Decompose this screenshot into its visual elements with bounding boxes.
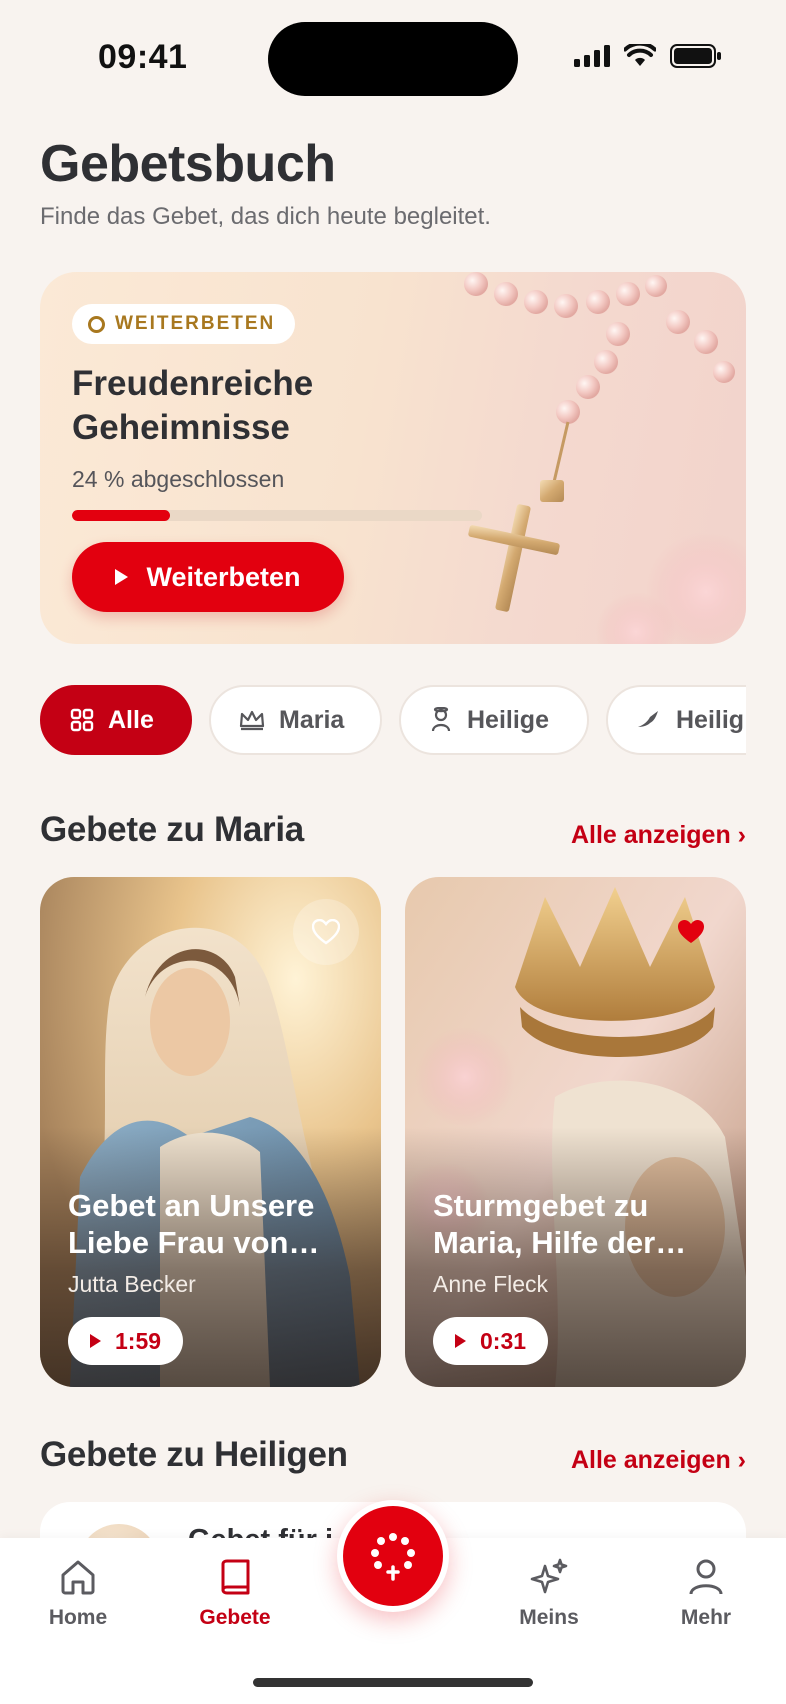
status-icons — [574, 44, 722, 68]
show-all-heilige-link[interactable]: Alle anzeigen › — [571, 1446, 746, 1475]
rosary-image — [464, 272, 746, 644]
section-title-maria: Gebete zu Maria — [40, 810, 304, 849]
dove-icon — [638, 711, 658, 727]
play-duration-button[interactable]: 1:59 — [68, 1317, 184, 1365]
play-icon — [455, 1334, 466, 1348]
sparkle-icon — [530, 1558, 568, 1594]
show-all-maria-link[interactable]: Alle anzeigen › — [571, 821, 746, 850]
progress-bar — [72, 510, 482, 521]
chip-maria[interactable]: Maria — [209, 685, 382, 755]
hero-title: Freudenreiche Geheimnisse — [72, 364, 314, 447]
nav-label: Mehr — [680, 1606, 732, 1629]
status-bar: 09:41 — [0, 0, 786, 110]
crown-icon — [239, 710, 265, 731]
progress-text: 24 % abgeschlossen — [72, 466, 285, 492]
page-subtitle: Finde das Gebet, das dich heute begleite… — [40, 203, 491, 230]
play-icon — [90, 1334, 101, 1348]
chip-alle[interactable]: Alle — [40, 685, 192, 755]
heart-outline-icon — [312, 919, 340, 945]
badge-label: WEITERBETEN — [115, 313, 276, 334]
favorite-button[interactable] — [658, 899, 724, 965]
nav-mehr[interactable]: Mehr — [636, 1558, 776, 1630]
favorite-button[interactable] — [293, 899, 359, 965]
duration-label: 1:59 — [115, 1327, 162, 1354]
nav-label: Meins — [519, 1606, 579, 1629]
progress-fill — [72, 510, 171, 521]
nav-gebete[interactable]: Gebete — [165, 1558, 305, 1630]
home-indicator — [253, 1678, 533, 1687]
prayer-card[interactable]: Gebet an Unsere Liebe Frau von… Jutta Be… — [40, 877, 381, 1387]
chip-heilig-more[interactable]: Heilig — [606, 685, 746, 755]
rosary-button[interactable] — [337, 1500, 449, 1612]
dynamic-island — [268, 22, 518, 96]
duration-label: 0:31 — [480, 1327, 527, 1354]
grid-icon — [70, 708, 94, 732]
card-title: Gebet an Unsere Liebe Frau von… — [68, 1188, 320, 1260]
heart-filled-icon — [678, 920, 704, 943]
chip-label: Alle — [108, 705, 154, 734]
page-title: Gebetsbuch — [40, 135, 336, 193]
filter-chips: Alle Maria Heilige Heilig — [40, 685, 746, 755]
chip-label: Heilige — [467, 705, 549, 734]
person-icon — [689, 1559, 723, 1595]
nav-meins[interactable]: Meins — [479, 1558, 619, 1630]
rosary-button-inner — [343, 1506, 443, 1606]
continue-prayer-card[interactable]: WEITERBETEN Freudenreiche Geheimnisse 24… — [40, 272, 746, 644]
continue-button-label: Weiterbeten — [146, 561, 301, 592]
rosary-icon — [371, 1533, 415, 1581]
book-icon — [221, 1559, 250, 1595]
section-title-heilige: Gebete zu Heiligen — [40, 1435, 348, 1474]
nav-label: Home — [48, 1606, 108, 1629]
status-time: 09:41 — [98, 38, 188, 76]
continue-badge: WEITERBETEN — [72, 304, 296, 344]
nav-label: Gebete — [199, 1606, 271, 1629]
chip-label: Heilig — [676, 705, 745, 734]
circle-icon — [88, 315, 105, 333]
play-duration-button[interactable]: 0:31 — [433, 1317, 549, 1365]
person-icon — [431, 707, 451, 732]
card-author: Jutta Becker — [68, 1271, 196, 1297]
wifi-icon — [624, 44, 656, 66]
play-icon — [115, 569, 129, 585]
chip-heilige[interactable]: Heilige — [399, 685, 589, 755]
battery-icon — [670, 44, 721, 68]
continue-button[interactable]: Weiterbeten — [72, 542, 344, 612]
signal-icon — [574, 45, 610, 67]
card-author: Anne Fleck — [433, 1271, 549, 1297]
nav-home[interactable]: Home — [8, 1558, 148, 1630]
chip-label: Maria — [279, 705, 345, 734]
card-title: Sturmgebet zu Maria, Hilfe der… — [433, 1188, 687, 1260]
prayer-card[interactable]: Sturmgebet zu Maria, Hilfe der… Anne Fle… — [405, 877, 746, 1387]
home-icon — [61, 1560, 95, 1595]
